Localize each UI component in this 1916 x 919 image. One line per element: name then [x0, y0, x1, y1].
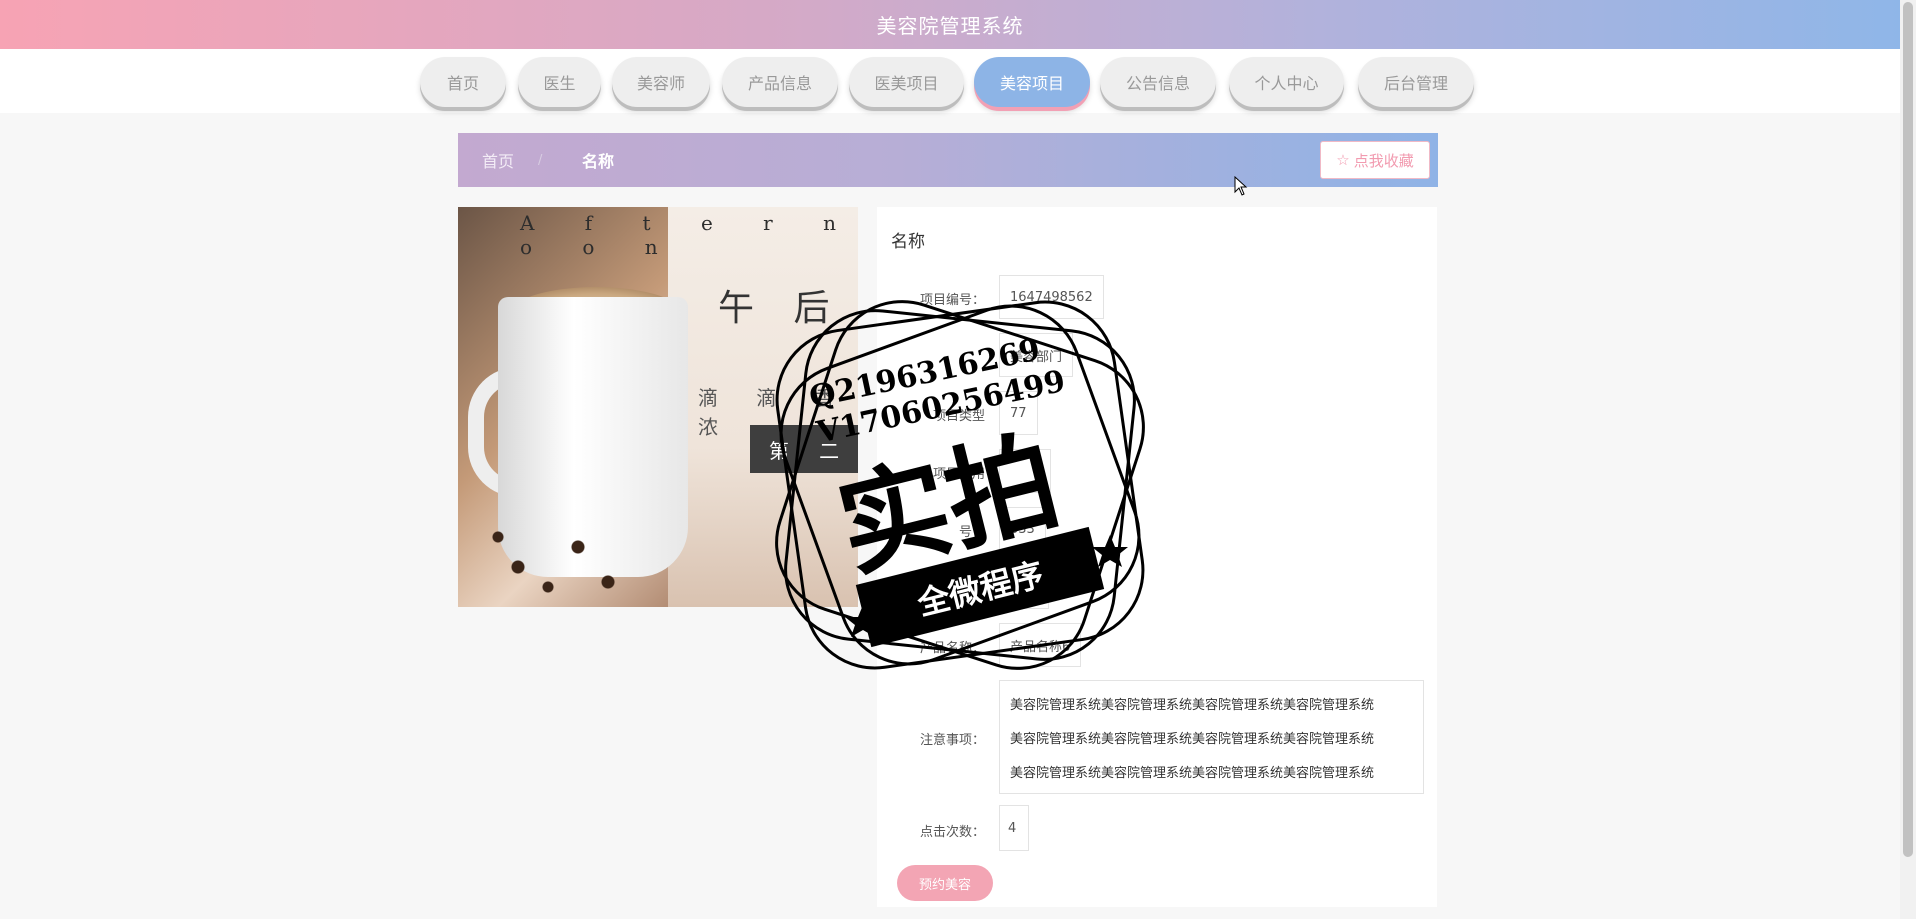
field-value-notes: 美容院管理系统美容院管理系统美容院管理系统美容院管理系统 美容院管理系统美容院管… — [999, 680, 1424, 794]
nav-personal-center[interactable]: 个人中心 — [1229, 57, 1344, 107]
notes-line: 美容院管理系统美容院管理系统美容院管理系统美容院管理系统 — [1010, 732, 1375, 747]
field-value-empty — [999, 565, 1049, 609]
nav-notice[interactable]: 公告信息 — [1100, 57, 1216, 107]
field-label-notes: 注意事项： — [919, 733, 985, 748]
breadcrumb-separator: / — [538, 152, 543, 168]
field-value-product-name: 产品名称6 — [999, 623, 1082, 667]
book-beauty-button[interactable]: 预约美容 — [897, 865, 993, 901]
page-scrollbar[interactable] — [1900, 0, 1916, 919]
product-image: A f t e r n o o n 午 后 滴 滴 香 浓 第 二 — [458, 207, 858, 607]
field-label-project-fee: 项目费用 — [932, 467, 985, 482]
nav-beauty-project[interactable]: 美容项目 — [974, 57, 1090, 107]
breadcrumb-home[interactable]: 首页 — [482, 133, 514, 187]
nav-doctor[interactable]: 医生 — [518, 57, 601, 107]
field-label-project-no: 项目编号： — [919, 293, 985, 308]
field-label-product-name: 产品名称： — [919, 641, 985, 656]
main-nav: 首页 医生 美容师 产品信息 医美项目 美容项目 公告信息 个人中心 后台管理 — [0, 49, 1900, 113]
star-outline-icon: ☆ — [1336, 151, 1350, 169]
breadcrumb-current: 名称 — [582, 152, 615, 171]
nav-home[interactable]: 首页 — [420, 57, 506, 107]
field-value-project-no: 1647498562 — [999, 275, 1104, 319]
detail-panel: 名称 项目编号： 1647498562 美容部门 项目类型 77 项目费用 号：… — [877, 207, 1437, 907]
field-value-clicks: 4 — [999, 805, 1029, 851]
scrollbar-thumb[interactable] — [1903, 2, 1913, 857]
app-title: 美容院管理系统 — [876, 14, 1024, 38]
nav-medical-beauty[interactable]: 医美项目 — [849, 57, 964, 107]
coffee-beans — [458, 507, 658, 607]
notes-line: 美容院管理系统美容院管理系统美容院管理系统美容院管理系统 — [1010, 766, 1375, 781]
nav-admin[interactable]: 后台管理 — [1358, 57, 1474, 107]
nav-beautician[interactable]: 美容师 — [612, 57, 710, 107]
field-value-project-fee — [999, 449, 1051, 493]
field-value-department: 美容部门 — [999, 333, 1074, 377]
image-text-afternoon: A f t e r n o o n — [520, 211, 858, 259]
app-header: 美容院管理系统 — [0, 0, 1900, 49]
field-value-project-type: 77 — [999, 391, 1038, 435]
field-value-number: 333 — [999, 507, 1046, 551]
notes-line: 美容院管理系统美容院管理系统美容院管理系统美容院管理系统 — [1010, 698, 1375, 713]
breadcrumb-bar: 首页 / 名称 ☆ 点我收藏 — [458, 133, 1438, 187]
mouse-cursor-icon — [1234, 176, 1248, 196]
field-label-clicks: 点击次数： — [919, 825, 985, 840]
detail-title: 名称 — [891, 232, 925, 252]
image-text-second: 第 二 — [750, 425, 858, 473]
nav-product-info[interactable]: 产品信息 — [722, 57, 838, 107]
favorite-label: 点我收藏 — [1353, 151, 1414, 170]
favorite-button[interactable]: ☆ 点我收藏 — [1320, 141, 1430, 179]
field-label-project-type: 项目类型 — [932, 409, 985, 424]
image-text-wuhou: 午 后 — [718, 288, 844, 329]
field-label-number: 号： — [958, 525, 985, 540]
